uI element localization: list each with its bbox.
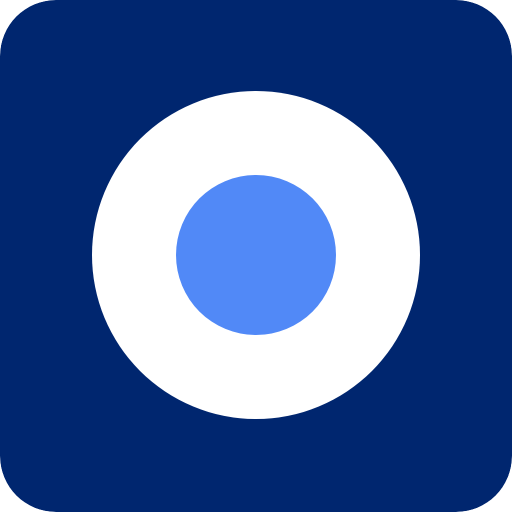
app-icon: [0, 0, 512, 512]
record-icon: [0, 0, 512, 512]
inner-dot-circle: [176, 175, 336, 335]
